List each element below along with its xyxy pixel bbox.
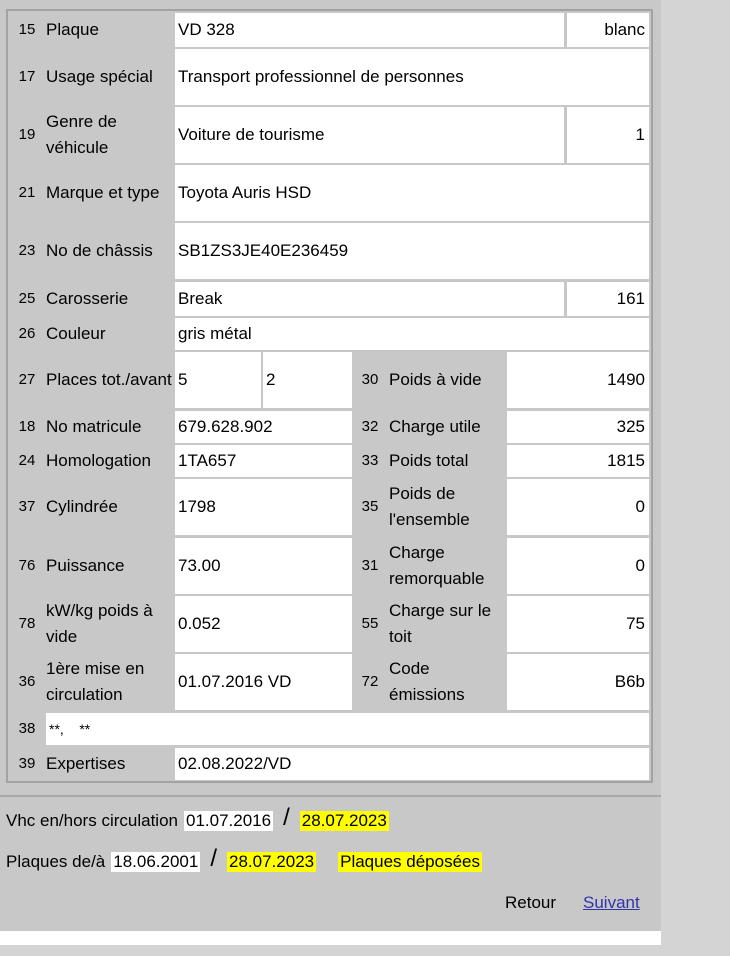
registration-number-label: No matricule: [46, 417, 142, 436]
power-to-weight-label: kW/kg poids à vide: [46, 601, 153, 646]
combined-weight-label: Poids de l'ensemble: [389, 484, 470, 529]
chassis-label: No de châssis: [46, 241, 153, 260]
field-number: 21: [18, 184, 36, 201]
plates-row: Plaques de/à 18.06.2001 / 28.07.2023 Pla…: [6, 845, 482, 876]
towing-capacity-value: 0: [507, 538, 649, 594]
field-number: 17: [18, 68, 36, 85]
special-usage-value: Transport professionnel de personnes: [175, 49, 649, 105]
remarks-value: **, **: [46, 713, 649, 745]
total-weight-label: Poids total: [389, 451, 469, 470]
circulation-footer: Vhc en/hors circulation 01.07.2016 / 28.…: [0, 795, 661, 931]
registration-number-value: 679.628.902: [175, 411, 352, 443]
date-separator: /: [210, 845, 218, 872]
vehicle-details-table: 15 Plaque VD 328 blanc 17 Usage spécial …: [6, 9, 653, 783]
field-number: 38: [18, 720, 36, 737]
field-number: 36: [18, 673, 36, 690]
page-background: [661, 0, 730, 956]
empty-weight-label: Poids à vide: [389, 370, 482, 389]
inspections-label: Expertises: [46, 754, 126, 773]
color-value: gris métal: [175, 318, 649, 350]
field-number: 30: [361, 371, 379, 388]
body-label: Carosserie: [46, 289, 129, 308]
power-to-weight-value: 0.052: [175, 596, 352, 652]
circulation-from-date: 01.07.2016: [183, 811, 274, 831]
field-number: 19: [18, 126, 36, 143]
field-number: 18: [18, 418, 36, 435]
plates-from-date: 18.06.2001: [111, 852, 201, 872]
page-bottom-strip: [0, 931, 661, 945]
roof-load-value: 75: [507, 596, 649, 652]
field-number: 55: [361, 615, 379, 632]
field-number: 15: [18, 21, 36, 38]
next-link[interactable]: Suivant: [583, 893, 640, 913]
special-usage-label: Usage spécial: [46, 67, 153, 86]
make-type-label: Marque et type: [46, 183, 160, 202]
power-value: 73.00: [175, 538, 352, 594]
power-label: Puissance: [46, 556, 125, 575]
homologation-label: Homologation: [46, 451, 151, 470]
seats-total-value: 5: [175, 352, 261, 408]
body-code: 161: [567, 282, 649, 316]
displacement-value: 1798: [175, 479, 352, 535]
vehicle-kind-code: 1: [567, 107, 649, 163]
plates-to-date: 28.07.2023: [227, 852, 317, 872]
plate-value: VD 328: [175, 13, 564, 47]
body-value: Break: [175, 282, 564, 316]
towing-capacity-label: Charge remorquable: [389, 543, 485, 588]
back-link[interactable]: Retour: [505, 893, 556, 913]
field-number: 72: [361, 673, 379, 690]
payload-value: 325: [507, 411, 649, 443]
field-number: 33: [361, 452, 379, 469]
vehicle-kind-label: Genre de véhicule: [46, 112, 117, 157]
first-registration-label: 1ère mise en circulation: [46, 659, 145, 704]
field-number: 39: [18, 755, 36, 772]
make-type-value: Toyota Auris HSD: [175, 165, 649, 221]
first-registration-value: 01.07.2016 VD: [175, 654, 352, 710]
vehicle-record-panel: 15 Plaque VD 328 blanc 17 Usage spécial …: [0, 0, 661, 931]
field-number: 37: [18, 498, 36, 515]
roof-load-label: Charge sur le toit: [389, 601, 492, 646]
combined-weight-value: 0: [507, 479, 649, 535]
plates-label: Plaques de/à: [6, 852, 106, 871]
field-number: 78: [18, 615, 36, 632]
plate-color-value: blanc: [567, 13, 649, 47]
field-number: 32: [361, 418, 379, 435]
circulation-row: Vhc en/hors circulation 01.07.2016 / 28.…: [6, 804, 389, 835]
seats-front-value: 2: [263, 352, 352, 408]
field-number: 24: [18, 452, 36, 469]
total-weight-value: 1815: [507, 445, 649, 477]
field-number: 25: [18, 290, 36, 307]
payload-label: Charge utile: [389, 417, 481, 436]
emissions-code-value: B6b: [507, 654, 649, 710]
plates-status-badge: Plaques déposées: [338, 852, 482, 872]
field-number: 35: [361, 498, 379, 515]
field-number: 26: [18, 325, 36, 342]
inspections-value: 02.08.2022/VD: [175, 748, 649, 780]
date-separator: /: [283, 804, 290, 831]
circulation-label: Vhc en/hors circulation: [6, 811, 178, 830]
plate-label: Plaque: [46, 20, 99, 39]
homologation-value: 1TA657: [175, 445, 352, 477]
circulation-to-date: 28.07.2023: [299, 811, 389, 831]
displacement-label: Cylindrée: [46, 497, 118, 516]
empty-weight-value: 1490: [507, 352, 649, 408]
seats-label: Places tot./avant: [46, 370, 172, 389]
vehicle-kind-value: Voiture de tourisme: [175, 107, 564, 163]
field-number: 23: [18, 242, 36, 259]
chassis-value: SB1ZS3JE40E236459: [175, 223, 649, 279]
field-number: 27: [18, 371, 36, 388]
field-number: 31: [361, 557, 379, 574]
color-label: Couleur: [46, 324, 106, 343]
field-number: 76: [18, 557, 36, 574]
emissions-code-label: Code émissions: [389, 659, 465, 704]
